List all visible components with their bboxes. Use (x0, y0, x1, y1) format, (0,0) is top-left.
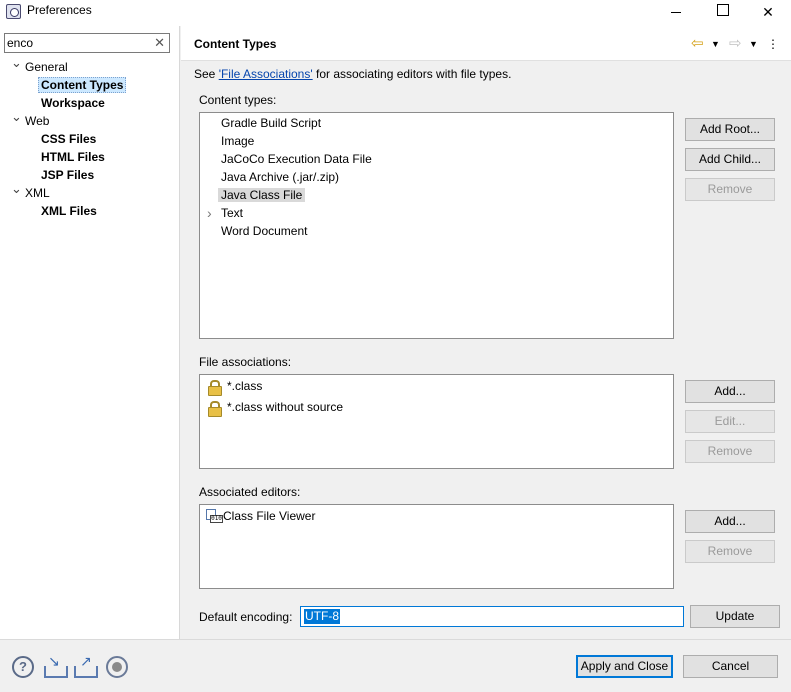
back-arrow-icon[interactable]: ⇦ (691, 36, 704, 52)
file-associations-label: File associations: (199, 355, 292, 369)
dialog-footer: ? Apply and Close Cancel (0, 639, 791, 692)
encoding-value: UTF-8 (304, 609, 340, 624)
add-editor-button[interactable]: Add... (685, 510, 775, 533)
tree-item-label: XML Files (41, 204, 97, 218)
close-button[interactable]: ✕ (745, 0, 791, 26)
filter-input[interactable] (7, 35, 147, 51)
tree-item-label: XML (25, 186, 50, 200)
content-type-item[interactable]: › Text (207, 204, 244, 222)
tree-item-label: General (25, 60, 68, 74)
associated-editor-label: Class File Viewer (223, 509, 316, 523)
content-types-tree[interactable]: Gradle Build Script Image JaCoCo Execution… (199, 112, 674, 339)
tree-item[interactable]: XML Files (41, 202, 97, 220)
content-types-label: Content types: (199, 93, 277, 107)
import-icon[interactable] (44, 653, 68, 678)
tree-item-label: Content Types (38, 77, 127, 93)
file-associations-list[interactable]: *.class *.class without source (199, 374, 674, 469)
lock-icon (208, 401, 222, 417)
tree-item[interactable]: JSP Files (41, 166, 94, 184)
content-type-item[interactable]: Java Archive (.jar/.zip) (221, 168, 339, 186)
content-type-label: Word Document (221, 224, 308, 238)
content-type-label: JaCoCo Execution Data File (221, 152, 372, 166)
tree-item[interactable]: CSS Files (41, 130, 96, 148)
content-type-item[interactable]: JaCoCo Execution Data File (221, 150, 372, 168)
eclipse-icon (6, 4, 21, 19)
description-text: See 'File Associations' for associating … (194, 67, 512, 81)
binary-file-icon: 010 (206, 509, 223, 524)
minimize-button[interactable] (653, 0, 699, 26)
tree-item[interactable]: Content Types (38, 76, 127, 94)
title-bar: Preferences ✕ (0, 0, 791, 26)
content-types-page: Content Types ⇦ ▼ ⇨ ▼ ⋮ See 'File Associ… (181, 26, 791, 639)
associated-editor-item[interactable]: 010 Class File Viewer (200, 507, 670, 525)
remove-content-type-button[interactable]: Remove (685, 178, 775, 201)
update-button[interactable]: Update (690, 605, 780, 628)
chevron-down-icon[interactable]: ⌄ (11, 54, 22, 72)
forward-arrow-icon[interactable]: ⇨ (729, 36, 742, 52)
content-type-label: Text (221, 206, 244, 220)
file-association-item[interactable]: *.class (200, 377, 670, 396)
chevron-right-icon[interactable]: › (207, 204, 212, 222)
page-header: Content Types ⇦ ▼ ⇨ ▼ ⋮ (181, 26, 791, 61)
associated-editors-label: Associated editors: (199, 485, 301, 499)
content-type-item[interactable]: Gradle Build Script (221, 114, 321, 132)
preferences-sidebar: ✕ ⌄GeneralContent TypesWorkspace⌄WebCSS … (0, 26, 180, 639)
window-title: Preferences (27, 3, 92, 17)
forward-dropdown-icon[interactable]: ▼ (749, 36, 758, 52)
tree-item-label: CSS Files (41, 132, 97, 146)
tree-item[interactable]: Workspace (41, 94, 105, 112)
edit-association-button[interactable]: Edit... (685, 410, 775, 433)
file-associations-link[interactable]: 'File Associations' (219, 67, 313, 81)
tree-item-label: Workspace (41, 96, 105, 110)
record-icon[interactable] (106, 656, 128, 678)
content-type-label: Java Archive (.jar/.zip) (221, 170, 340, 184)
associated-editors-list[interactable]: 010 Class File Viewer (199, 504, 674, 589)
export-icon[interactable] (74, 653, 98, 678)
clear-filter-icon[interactable]: ✕ (154, 35, 165, 51)
tree-item[interactable]: ⌄ General (11, 55, 68, 76)
filter-field[interactable]: ✕ (4, 33, 170, 53)
content-type-label: Image (221, 134, 255, 148)
content-type-label: Java Class File (218, 188, 306, 202)
file-association-item[interactable]: *.class without source (200, 398, 670, 417)
content-type-label: Gradle Build Script (221, 116, 322, 130)
tree-item[interactable]: ⌄ Web (11, 109, 50, 130)
navigation-toolbar: ⇦ ▼ ⇨ ▼ ⋮ (691, 36, 781, 52)
content-type-item[interactable]: Java Class File (218, 186, 306, 204)
content-type-item[interactable]: Word Document (221, 222, 307, 240)
back-dropdown-icon[interactable]: ▼ (711, 36, 720, 52)
chevron-down-icon[interactable]: ⌄ (11, 180, 22, 198)
lock-icon (208, 380, 222, 396)
add-root-button[interactable]: Add Root... (685, 118, 775, 141)
page-title: Content Types (194, 37, 277, 51)
apply-and-close-button[interactable]: Apply and Close (576, 655, 673, 678)
add-association-button[interactable]: Add... (685, 380, 775, 403)
remove-association-button[interactable]: Remove (685, 440, 775, 463)
content-type-item[interactable]: Image (221, 132, 254, 150)
maximize-button[interactable] (699, 0, 745, 26)
help-icon[interactable]: ? (12, 656, 34, 678)
cancel-button[interactable]: Cancel (683, 655, 778, 678)
tree-item-label: JSP Files (41, 168, 95, 182)
view-menu-icon[interactable]: ⋮ (767, 36, 779, 52)
chevron-down-icon[interactable]: ⌄ (11, 108, 22, 126)
tree-item[interactable]: HTML Files (41, 148, 105, 166)
default-encoding-input[interactable]: UTF-8 (300, 606, 684, 627)
file-association-label: *.class without source (227, 400, 344, 414)
add-child-button[interactable]: Add Child... (685, 148, 775, 171)
default-encoding-label: Default encoding: (199, 610, 293, 624)
tree-item-label: HTML Files (41, 150, 105, 164)
tree-item-label: Web (25, 114, 50, 128)
remove-editor-button[interactable]: Remove (685, 540, 775, 563)
file-association-label: *.class (227, 379, 263, 393)
tree-item[interactable]: ⌄ XML (11, 181, 50, 202)
